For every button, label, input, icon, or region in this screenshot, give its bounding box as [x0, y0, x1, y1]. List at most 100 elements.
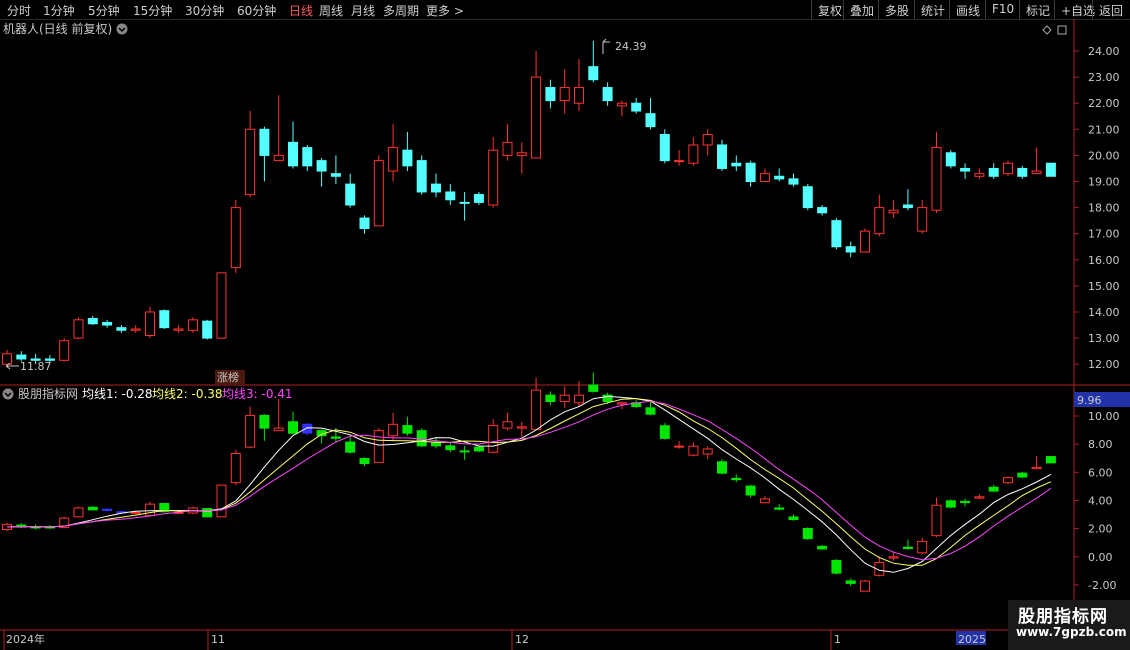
indicator-body	[73, 507, 84, 518]
statistics-button[interactable]: 统计	[914, 0, 951, 19]
y-tick-label: 22.00	[1088, 97, 1120, 110]
y-tick-label: -2.00	[1088, 579, 1116, 592]
y-tick-label: 23.00	[1088, 71, 1120, 84]
candle-body	[645, 113, 656, 128]
candle-body	[202, 320, 213, 339]
candle-body	[960, 167, 971, 172]
period-tab-daily[interactable]: 日线	[289, 2, 313, 19]
x-label-nov: 11	[211, 633, 225, 646]
candle-body	[759, 173, 770, 182]
candle-body	[502, 141, 513, 156]
y-tick-label: 15.00	[1088, 280, 1120, 293]
indicator-body	[516, 426, 527, 429]
watermark-name: 股朋指标网	[1018, 607, 1108, 627]
back-button[interactable]: 返回	[1092, 0, 1129, 19]
period-tab-1min[interactable]: 1分钟	[43, 2, 75, 19]
period-tab-5min[interactable]: 5分钟	[88, 2, 120, 19]
period-tab-30min[interactable]: 30分钟	[185, 2, 224, 19]
candle-body	[945, 152, 956, 167]
indicator-body	[459, 450, 470, 453]
overlay-button[interactable]: 叠加	[843, 0, 880, 19]
candle-body	[230, 207, 241, 269]
indicator-body	[674, 445, 685, 448]
draw-line-button[interactable]: 画线	[949, 0, 986, 19]
candle-body	[974, 173, 985, 177]
y-tick-label: 0.00	[1088, 551, 1113, 564]
main-chart-title: 机器人(日线 前复权)	[3, 21, 112, 36]
candle-body	[159, 310, 170, 329]
y-tick-label: 14.00	[1088, 306, 1120, 319]
chevron-down-icon[interactable]	[2, 388, 14, 400]
indicator-body	[745, 485, 756, 496]
square-icon[interactable]	[1057, 25, 1067, 35]
period-tab-weekly[interactable]: 周线	[319, 2, 343, 19]
diamond-icon[interactable]	[1042, 25, 1052, 35]
indicator-body	[802, 527, 813, 540]
candle-body	[445, 191, 456, 201]
mark-button[interactable]: 标记	[1019, 0, 1056, 19]
ma3-line	[6, 400, 1052, 561]
period-tab-fenshi[interactable]: 分时	[7, 2, 31, 19]
svg-text:11.87: 11.87	[20, 360, 52, 373]
indicator-body	[388, 423, 399, 437]
indicator-body	[774, 507, 785, 510]
y-tick-label: 6.00	[1088, 466, 1113, 479]
chart-area[interactable]: 机器人(日线 前复权) 24.0023.0022.0021.0020.0019.…	[0, 19, 1130, 650]
indicator-body	[917, 540, 928, 554]
indicator-body	[1045, 456, 1056, 464]
indicator-body	[731, 477, 742, 481]
indicator-ma1: 均线1: -0.28	[82, 387, 153, 401]
candle-body	[574, 87, 584, 104]
candle-body	[802, 186, 813, 209]
multi-stock-button[interactable]: 多股	[878, 0, 915, 19]
period-tab-more[interactable]: 更多 >	[426, 2, 464, 19]
indicator-body	[416, 430, 427, 447]
indicator-body	[402, 425, 413, 434]
candle-body	[545, 87, 556, 102]
candle-body	[988, 167, 999, 177]
indicator-candle-series	[2, 372, 1056, 592]
indicator-body	[273, 427, 284, 432]
f10-button[interactable]: F10	[985, 0, 1020, 19]
chevron-down-icon[interactable]	[116, 23, 128, 35]
candle-body	[402, 149, 413, 167]
candle-body	[259, 128, 270, 156]
indicator-body	[974, 496, 985, 499]
candle-body	[59, 340, 70, 361]
indicator-body	[717, 461, 727, 474]
y-tick-label: 4.00	[1088, 494, 1113, 507]
main-y-axis: 24.00 23.00 22.00 21.00 20.00 19.00 18.00 17.00…	[1074, 45, 1120, 371]
candle-body	[731, 162, 742, 167]
indicator-body	[502, 421, 513, 429]
candle-body	[874, 207, 885, 235]
period-tab-monthly[interactable]: 月线	[351, 2, 375, 19]
x-label-2024: 2024年	[6, 632, 45, 646]
indicator-body	[373, 430, 384, 463]
indicator-ma2: 均线2: -0.38	[152, 387, 223, 401]
period-tab-multi[interactable]: 多周期	[383, 2, 419, 19]
candle-body	[931, 147, 942, 211]
indicator-body	[588, 384, 599, 392]
candle-body	[817, 207, 828, 214]
candle-body	[631, 102, 642, 112]
candle-body	[416, 160, 427, 193]
y-tick-label: 18.00	[1088, 202, 1120, 215]
x-label-dec: 12	[515, 633, 529, 646]
indicator-body	[330, 436, 341, 439]
indicator-ma3: 均线3: -0.41	[222, 387, 293, 401]
candle-body	[702, 134, 713, 146]
candle-body	[1003, 162, 1013, 175]
indicator-body	[145, 503, 155, 517]
candle-body	[459, 201, 470, 204]
indicator-body	[988, 486, 999, 492]
candle-body	[688, 144, 699, 164]
period-tab-60min[interactable]: 60分钟	[237, 2, 276, 19]
candle-body	[130, 328, 141, 331]
y-tick-label: 2.00	[1088, 523, 1113, 536]
indicator-body	[817, 545, 828, 550]
indicator-body	[559, 394, 570, 402]
y-tick-label: 21.00	[1088, 123, 1120, 136]
indicator-body	[473, 446, 484, 452]
indicator-body	[845, 580, 856, 584]
period-tab-15min[interactable]: 15分钟	[133, 2, 172, 19]
